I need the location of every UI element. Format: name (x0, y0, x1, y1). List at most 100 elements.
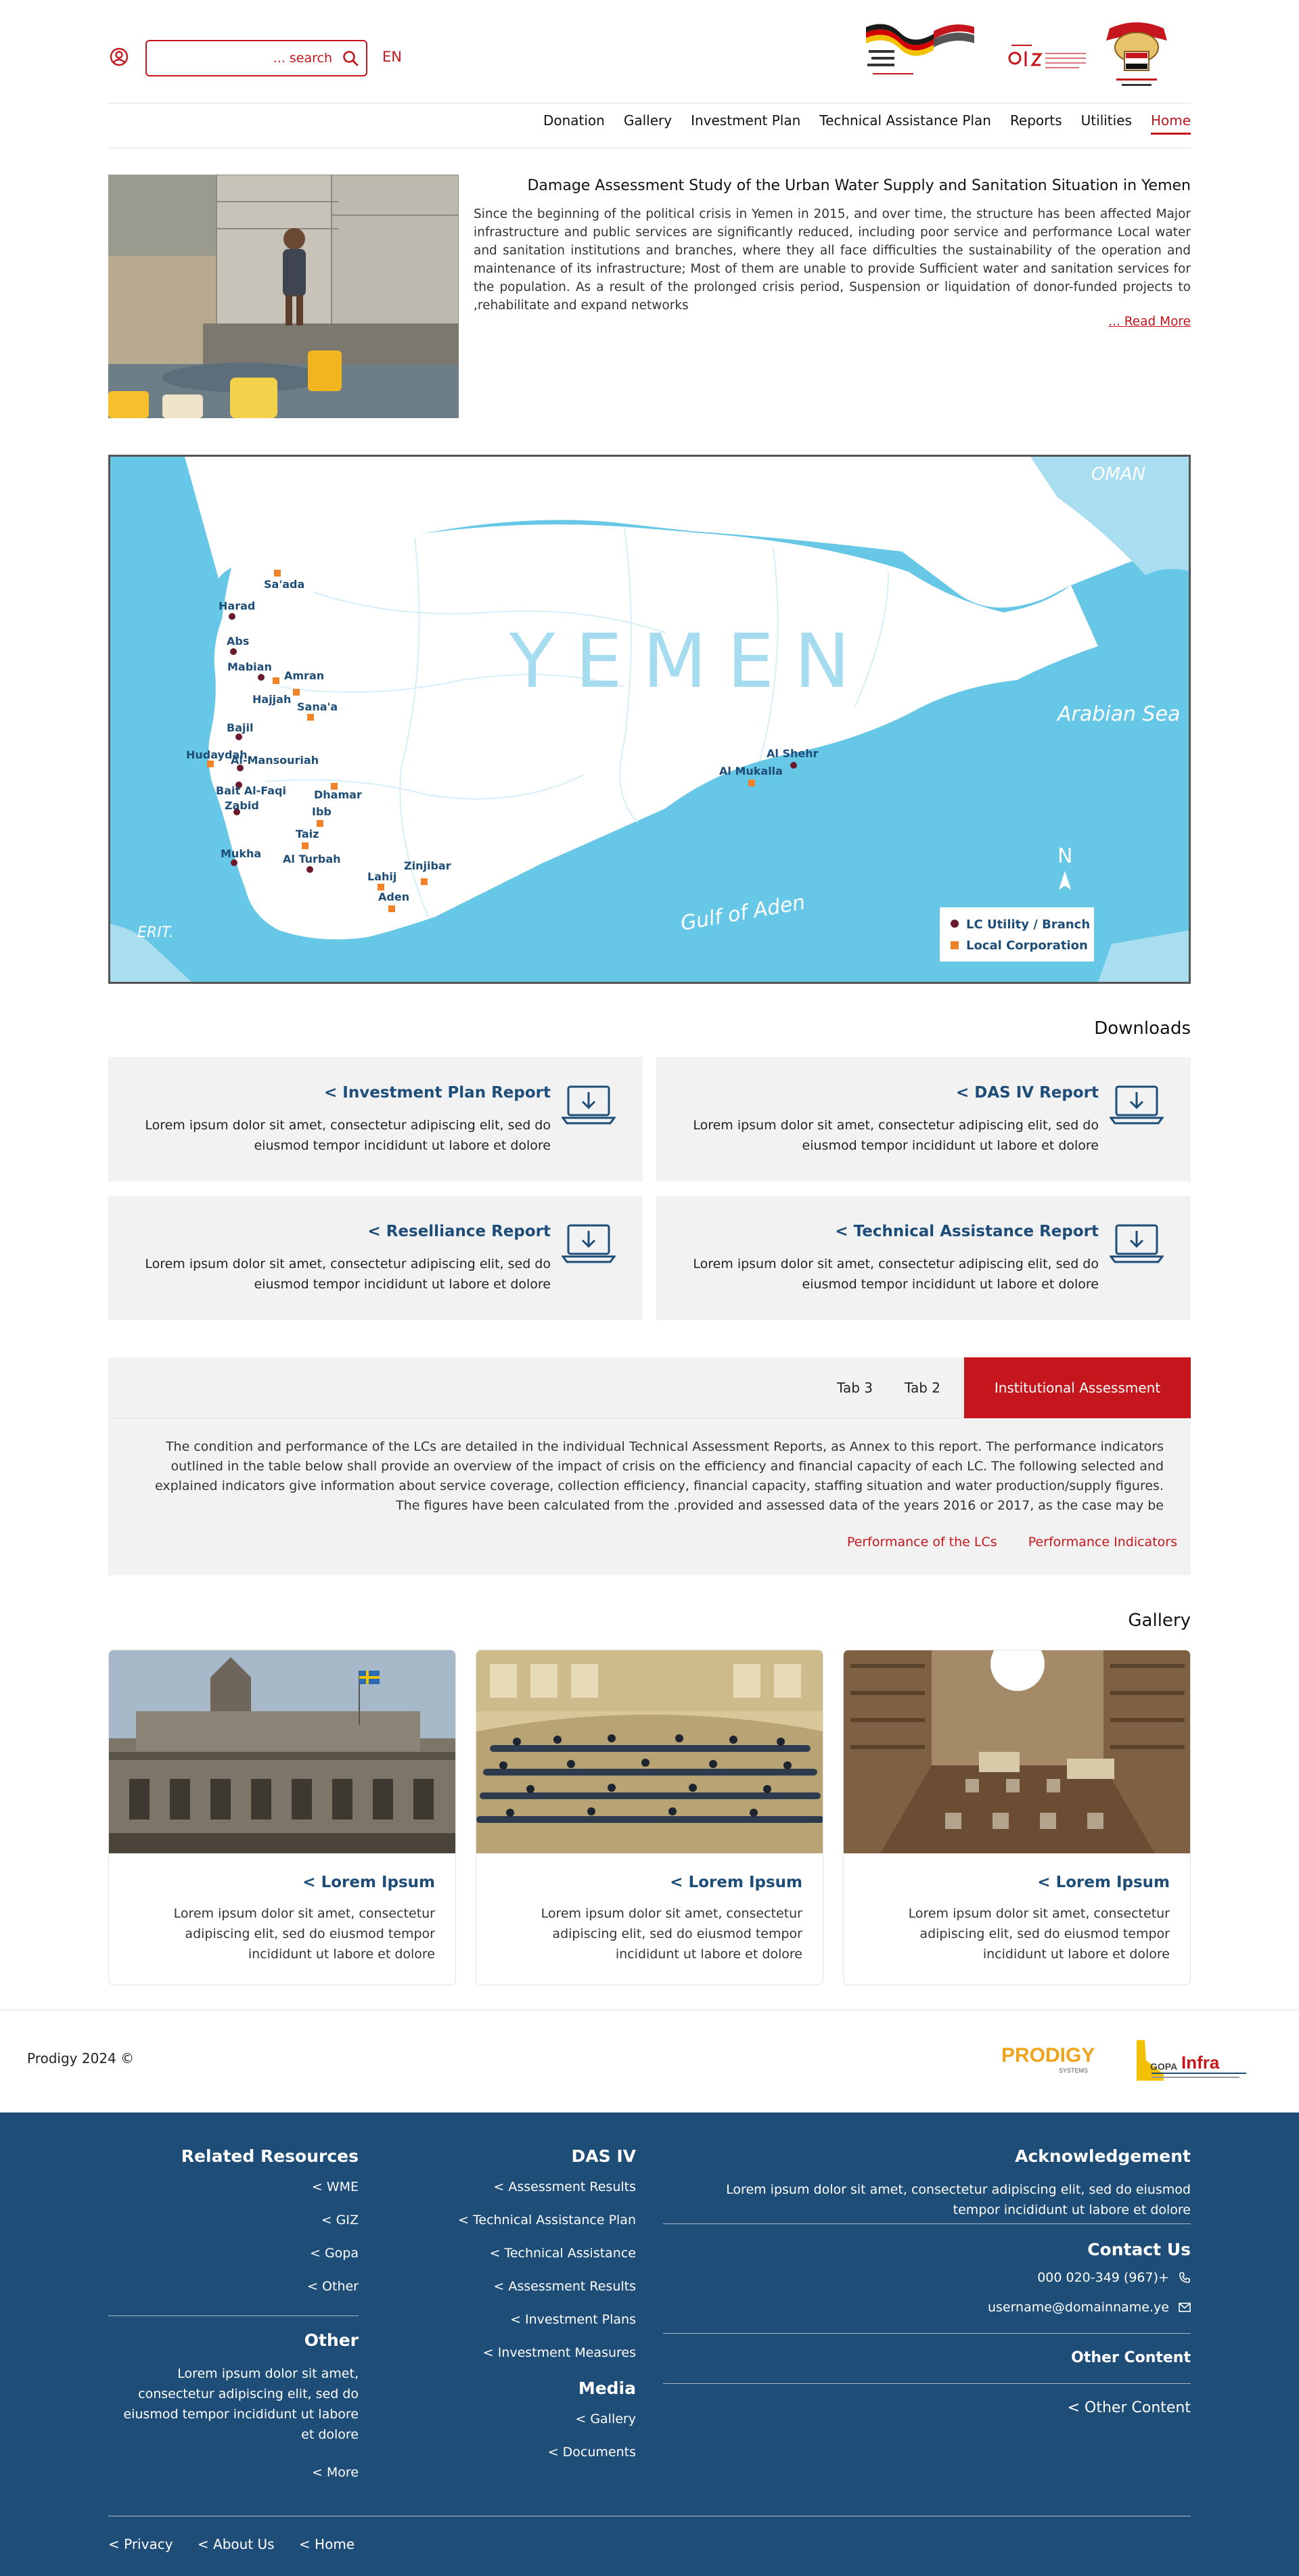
city-label: Abs (227, 635, 249, 648)
footer-link-wme[interactable]: < WME (108, 2179, 359, 2194)
download-title[interactable]: < Investment Plan Report (324, 1084, 551, 1102)
city-marker[interactable] (274, 570, 281, 577)
language-switch[interactable]: EN (382, 49, 402, 65)
laptop-download-icon[interactable] (1110, 1223, 1164, 1265)
gallery-card[interactable]: < Lorem Ipsum Lorem ipsum dolor sit amet… (843, 1650, 1191, 1985)
city-marker[interactable] (307, 714, 314, 721)
map-label-oman: OMAN (1091, 464, 1145, 484)
download-desc: Lorem ipsum dolor sit amet, consectetur … (145, 1118, 551, 1153)
nav-donation[interactable]: Donation (543, 112, 605, 135)
gallery-card-title[interactable]: < Lorem Ipsum (670, 1874, 802, 1891)
footer-link-investment-plans[interactable]: < Investment Plans (406, 2312, 636, 2327)
gallery-card[interactable]: < Lorem Ipsum Lorem ipsum dolor sit amet… (108, 1650, 456, 1985)
search-input[interactable] (155, 47, 332, 70)
city-marker[interactable] (388, 905, 395, 912)
download-title[interactable]: < Reselliance Report (367, 1223, 551, 1240)
download-title[interactable]: < Technical Assistance Report (835, 1223, 1099, 1240)
footer-link-giz[interactable]: < GIZ (108, 2213, 359, 2228)
footer-link-technical-assistance[interactable]: < Technical Assistance (406, 2246, 637, 2261)
footer-link-assessment-results[interactable]: < Assessment Results (406, 2179, 636, 2194)
download-card-reselliance[interactable]: < Reselliance Report Lorem ipsum dolor s… (108, 1196, 643, 1320)
gallery-image-parliament[interactable] (476, 1650, 823, 1853)
downloads-title: Downloads (1094, 1018, 1191, 1039)
footer-about-link[interactable]: < About Us (198, 2536, 275, 2552)
city-label: Mukha (221, 847, 261, 860)
download-card-das-iv[interactable]: < DAS IV Report Lorem ipsum dolor sit am… (656, 1057, 1191, 1181)
laptop-download-icon[interactable] (1110, 1084, 1164, 1126)
footer-link-other[interactable]: < Other (108, 2279, 359, 2294)
nav-utilities[interactable]: Utilities (1081, 112, 1132, 135)
city-marker[interactable] (235, 733, 242, 740)
download-title[interactable]: < DAS IV Report (956, 1084, 1099, 1102)
footer-das: DAS IV < Assessment Results < Technical … (406, 2146, 636, 2478)
city-marker[interactable] (790, 762, 797, 769)
footer-link-technical-assistance-plan[interactable]: < Technical Assistance Plan (406, 2213, 636, 2228)
footer-related: Related Resources < WME < GIZ < Gopa < O… (108, 2146, 359, 2312)
gallery-image-building[interactable] (109, 1650, 455, 1853)
city-label: Bajil (227, 721, 253, 734)
city-marker[interactable] (378, 884, 384, 890)
laptop-download-icon[interactable] (562, 1223, 616, 1265)
gallery-card[interactable]: < Lorem Ipsum Lorem ipsum dolor sit amet… (476, 1650, 823, 1985)
city-marker[interactable] (229, 613, 235, 620)
footer-link-documents[interactable]: < Documents (406, 2445, 636, 2460)
city-marker[interactable] (230, 648, 237, 655)
city-label: Bait Al-Faqi (216, 784, 286, 797)
city-marker[interactable] (748, 779, 755, 786)
footer-email-text[interactable]: username@domainname.ye (988, 2300, 1169, 2315)
legend-utility: LC Utility / Branch (966, 918, 1090, 932)
city-label: Zinjibar (404, 859, 451, 872)
city-label: Hajjah (252, 693, 291, 706)
featured-article: Damage Assessment Study of the Urban Wat… (108, 175, 1191, 418)
city-marker[interactable] (421, 878, 428, 885)
search-box (145, 40, 367, 76)
tab-institutional-assessment[interactable]: Institutional Assessment Results (964, 1357, 1191, 1457)
city-marker[interactable] (258, 674, 265, 681)
performance-lcs-link[interactable]: Performance of the LCs (847, 1535, 997, 1550)
footer-privacy-link[interactable]: < Privacy (108, 2536, 173, 2552)
gallery-card-title[interactable]: < Lorem Ipsum (302, 1874, 435, 1891)
nav-home[interactable]: Home (1150, 112, 1191, 135)
footer-email[interactable]: username@domainname.ye (663, 2300, 1191, 2315)
header: EN (108, 0, 1191, 103)
footer-link-gallery[interactable]: < Gallery (406, 2412, 636, 2426)
city-marker[interactable] (302, 842, 309, 849)
gallery-image-library[interactable] (844, 1650, 1190, 1853)
nav-investment-plan[interactable]: Investment Plan (691, 112, 800, 135)
footer-home-link[interactable]: < Home (299, 2536, 355, 2552)
footer-phone[interactable]: 000 020-349 (967)+ (663, 2270, 1191, 2285)
svg-text:Infra: Infra (1181, 2052, 1220, 2073)
city-marker[interactable] (293, 689, 300, 696)
footer-more-link[interactable]: < More (108, 2465, 359, 2480)
footer-other-content-link[interactable]: < Other Content (663, 2399, 1191, 2416)
tab-2[interactable]: Tab 2 (891, 1357, 954, 1418)
city-marker[interactable] (207, 761, 214, 767)
city-marker[interactable] (317, 820, 323, 827)
footer-related-title: Related Resources (181, 2146, 359, 2166)
nav-reports[interactable]: Reports (1010, 112, 1062, 135)
footer-link-gopa[interactable]: < Gopa (108, 2246, 359, 2261)
city-label: Sa'ada (264, 578, 304, 591)
gallery-card-title[interactable]: < Lorem Ipsum (1037, 1874, 1170, 1891)
performance-indicators-link[interactable]: Performance Indicators (1028, 1535, 1177, 1550)
laptop-download-icon[interactable] (562, 1084, 616, 1126)
download-card-technical-assistance[interactable]: < Technical Assistance Report Lorem ipsu… (656, 1196, 1191, 1320)
footer-phone-text[interactable]: 000 020-349 (967)+ (1037, 2270, 1169, 2285)
city-marker[interactable] (231, 859, 237, 866)
copyright-text: Prodigy 2024 © (27, 2050, 135, 2066)
download-card-investment-plan[interactable]: < Investment Plan Report Lorem ipsum dol… (108, 1057, 643, 1181)
nav-gallery[interactable]: Gallery (624, 112, 672, 135)
city-marker[interactable] (273, 677, 279, 684)
nav-technical-assistance-plan[interactable]: Technical Assistance Plan (819, 112, 991, 135)
read-more-link[interactable]: ... Read More (474, 315, 1191, 329)
gallery-header: Gallery (108, 1610, 1191, 1631)
gallery-card-desc: Lorem ipsum dolor sit amet, consectetur … (541, 1906, 802, 1962)
city-label: Amran (284, 669, 324, 682)
user-icon[interactable] (110, 47, 129, 66)
search-icon[interactable] (342, 49, 359, 67)
footer-link-investment-measures[interactable]: < Investment Measures (406, 2345, 636, 2360)
city-marker[interactable] (306, 866, 313, 873)
tab-3[interactable]: Tab 3 (823, 1357, 886, 1418)
footer-ack: Acknowledgement Lorem ipsum dolor sit am… (663, 2146, 1191, 2220)
footer-link-assessment-results-2[interactable]: < Assessment Results (406, 2279, 636, 2294)
